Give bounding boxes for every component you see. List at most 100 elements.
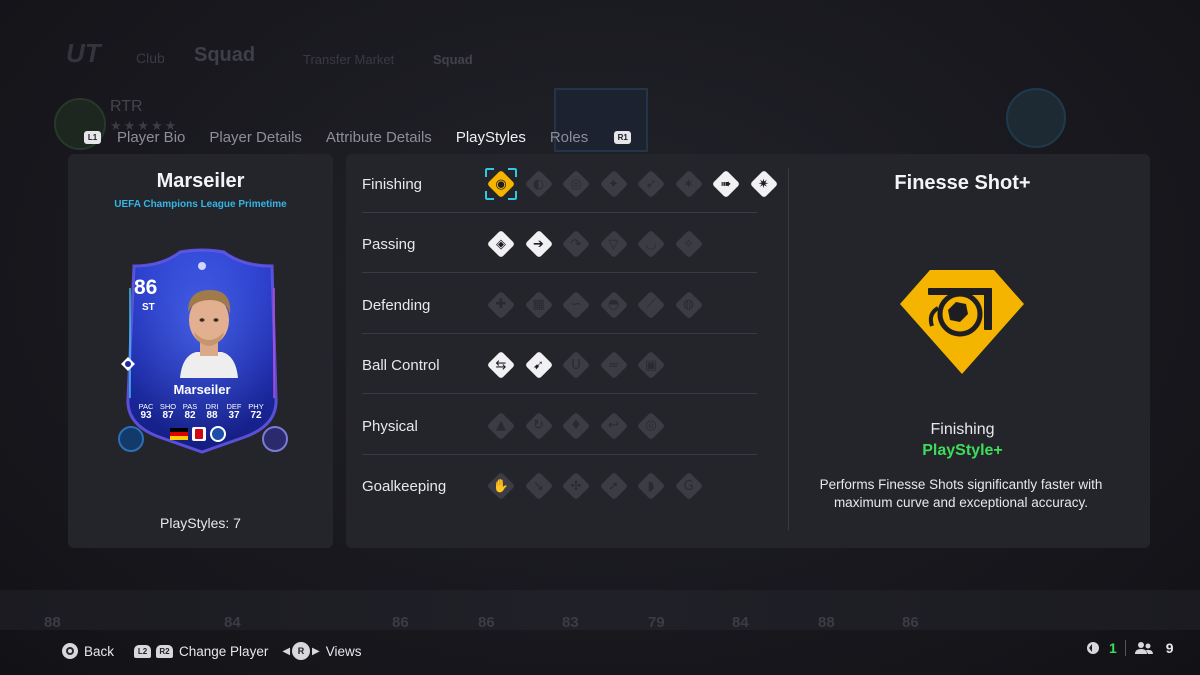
playstyle-icon-row: ✚ ▦ ∽ ◓ ⟋ ◍: [484, 288, 709, 322]
playstyle-glyph: ▽: [608, 236, 619, 252]
playstyle-glyph: G: [683, 478, 694, 494]
card-rating: 86: [134, 276, 158, 299]
card-player-name: Marseiler: [173, 382, 231, 397]
card-stat-pac: PAC 93: [136, 402, 156, 421]
block-icon[interactable]: ▦: [522, 288, 556, 322]
category-label: Ball Control: [362, 357, 440, 375]
playstyle-icon-row: ⇆ ➹ U ≈ ▣: [484, 348, 672, 382]
anticipate-icon[interactable]: ◓: [597, 288, 631, 322]
online-count: 1: [1109, 640, 1117, 656]
dna-icon: [262, 426, 288, 452]
l2-button-icon[interactable]: L2: [134, 644, 152, 658]
first-touch-icon[interactable]: U: [559, 348, 593, 382]
playstyle-glyph: ◡: [645, 236, 657, 252]
finesse-shot-plus-icon[interactable]: ◉: [484, 167, 518, 201]
friends-icon: [1134, 642, 1153, 654]
views-hint[interactable]: Views: [326, 644, 362, 659]
player-card[interactable]: 86 ST Marseiler PAC 93 SHO 87 PAS 82 DRI 88 …: [118, 248, 288, 454]
technical-icon[interactable]: ⇆: [484, 348, 518, 382]
back-hint[interactable]: Back: [84, 644, 114, 659]
power-shot-icon[interactable]: ◎: [559, 167, 593, 201]
detail-category: Finishing: [930, 421, 995, 438]
long-throw-icon[interactable]: ↩: [597, 409, 631, 443]
playstyle-glyph: ◗: [647, 478, 655, 494]
circle-button-icon[interactable]: [62, 643, 78, 659]
player-portrait: [180, 290, 238, 378]
pinged-pass-icon[interactable]: ➔: [522, 227, 556, 261]
chip-shot-icon[interactable]: ◐: [522, 167, 556, 201]
jockey-icon[interactable]: ✚: [484, 288, 518, 322]
row-divider: [362, 453, 757, 455]
right-stick-icon[interactable]: R: [292, 642, 311, 660]
low-driven-shot-icon[interactable]: ➠: [709, 167, 743, 201]
friends-count: 9: [1165, 640, 1174, 656]
bg-squad-tab: Squad: [433, 52, 473, 67]
playstyle-icon-row: ▲ ↻ ♦ ↩ ◎: [484, 409, 672, 443]
row-divider: [362, 272, 757, 274]
panel-divider: [788, 168, 789, 530]
long-ball-pass-icon[interactable]: ↷: [559, 227, 593, 261]
evolution-icon: [118, 426, 144, 452]
bg-bench-rating: 88: [44, 614, 61, 631]
playstyle-icon-row: ◈ ➔ ↷ ▽ ◡ ✧: [484, 227, 709, 261]
tab-player-details[interactable]: Player Details: [209, 129, 302, 146]
quick-step-icon[interactable]: ▲: [484, 409, 518, 443]
playstyle-glyph: ▦: [532, 297, 545, 313]
playstyle-glyph: ◍: [682, 297, 695, 313]
playstyle-glyph: ➠: [720, 176, 732, 192]
trickster-icon[interactable]: ≈: [597, 348, 631, 382]
game-changer-icon[interactable]: ✷: [747, 167, 781, 201]
intercept-icon[interactable]: ∽: [559, 288, 593, 322]
card-stat-phy: PHY 72: [246, 402, 266, 421]
acrobatic-icon[interactable]: ✶: [672, 167, 706, 201]
l1-button-hint[interactable]: L1: [84, 130, 101, 144]
footwork-icon[interactable]: ↘: [522, 469, 556, 503]
playstyle-badge-icon: [121, 357, 135, 371]
bruiser-icon[interactable]: ◎: [634, 409, 668, 443]
slide-tackle-icon[interactable]: ⟋: [634, 288, 668, 322]
bg-avatar: [1006, 88, 1066, 148]
playstyle-glyph: ◎: [645, 418, 657, 434]
tab-playstyles[interactable]: PlayStyles: [456, 129, 526, 146]
rapid-icon[interactable]: ➹: [522, 348, 556, 382]
cross-claimer-icon[interactable]: ✣: [559, 469, 593, 503]
club-badge-icon: [210, 426, 226, 442]
aerial-fortress-icon[interactable]: ◍: [672, 288, 706, 322]
finesse-shot-plus-large-icon: [900, 270, 1024, 374]
r2-button-icon[interactable]: R2: [156, 644, 174, 658]
playstyle-glyph: ↻: [533, 418, 544, 434]
change-player-hint[interactable]: Change Player: [179, 644, 268, 659]
far-reach-icon[interactable]: ◗: [634, 469, 668, 503]
dead-ball-icon[interactable]: ✦: [597, 167, 631, 201]
button-hints: Back L2 R2 Change Player ◀ R ▶ Views: [62, 642, 362, 660]
inventive-icon[interactable]: ✧: [672, 227, 706, 261]
trivela-icon[interactable]: ♦: [559, 409, 593, 443]
precision-header-icon[interactable]: ➶: [634, 167, 668, 201]
detail-description: Performs Finesse Shots significantly fas…: [819, 477, 1103, 510]
card-stat-sho: SHO 87: [158, 402, 178, 421]
bg-squad-heading: Squad: [194, 44, 256, 66]
bg-bench-rating: 86: [902, 614, 919, 631]
relentless-icon[interactable]: ↻: [522, 409, 556, 443]
playstyle-glyph: ➚: [608, 478, 619, 494]
playstyle-glyph: ∽: [570, 297, 582, 313]
detail-playstyle-type: PlayStyle+: [922, 442, 1003, 459]
press-proven-icon[interactable]: ▣: [634, 348, 668, 382]
tab-roles[interactable]: Roles: [550, 129, 588, 146]
rush-out-icon[interactable]: ➚: [597, 469, 631, 503]
detail-title: Finesse Shot+: [894, 172, 1031, 194]
bg-bench-rating: 84: [732, 614, 749, 631]
stat-value: 72: [250, 410, 262, 421]
tab-player-bio[interactable]: Player Bio: [117, 129, 185, 146]
detail-tabs: L1 Player Bio Player Details Attribute D…: [84, 126, 632, 148]
tiki-taka-icon[interactable]: ▽: [597, 227, 631, 261]
card-flags: [170, 426, 226, 442]
r1-button-hint[interactable]: R1: [614, 130, 632, 144]
far-throw-icon[interactable]: ✋: [484, 469, 518, 503]
category-label: Goalkeeping: [362, 478, 447, 495]
incisive-pass-icon[interactable]: ◈: [484, 227, 518, 261]
deflector-icon[interactable]: G: [672, 469, 706, 503]
whipped-pass-icon[interactable]: ◡: [634, 227, 668, 261]
tab-attribute-details[interactable]: Attribute Details: [326, 129, 432, 146]
playstyle-glyph: ✧: [683, 236, 694, 252]
